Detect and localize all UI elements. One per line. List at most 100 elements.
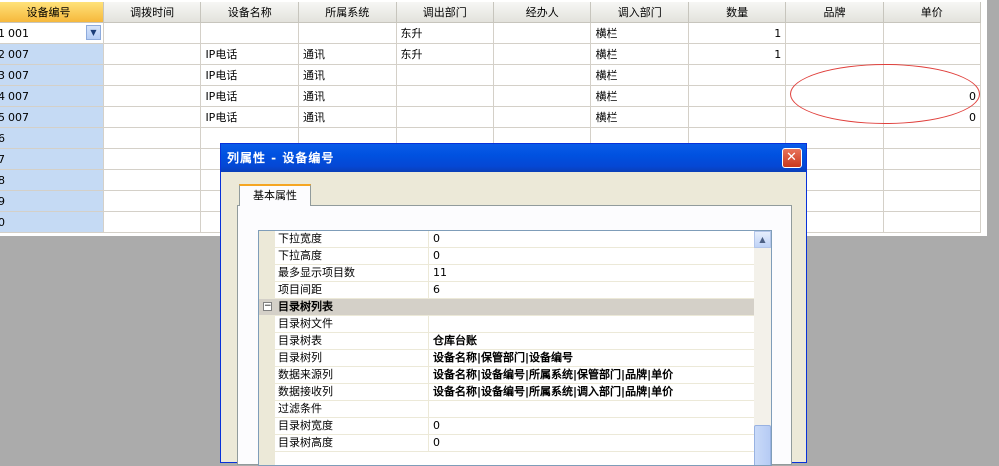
grid-cell[interactable] — [883, 190, 982, 212]
grid-cell[interactable] — [493, 85, 592, 107]
property-value[interactable]: 0 — [431, 418, 753, 434]
grid-cell[interactable] — [785, 43, 884, 65]
grid-cell[interactable] — [200, 22, 299, 44]
grid-cell[interactable] — [785, 64, 884, 86]
grid-cell[interactable] — [103, 43, 202, 65]
column-header[interactable]: 调出部门 — [396, 2, 495, 23]
property-value[interactable]: 设备名称|保管部门|设备编号 — [431, 350, 753, 366]
grid-cell[interactable]: 横栏 — [590, 22, 689, 44]
property-value[interactable]: 0 — [431, 248, 753, 264]
grid-cell[interactable] — [785, 85, 884, 107]
grid-cell[interactable] — [883, 169, 982, 191]
grid-cell[interactable] — [785, 22, 884, 44]
grid-cell[interactable] — [883, 127, 982, 149]
grid-cell[interactable] — [103, 169, 202, 191]
column-header[interactable]: 单价 — [883, 2, 982, 23]
grid-cell[interactable] — [688, 64, 787, 86]
grid-cell[interactable] — [103, 148, 202, 170]
property-row[interactable]: 项目间距 6 — [259, 282, 771, 299]
grid-cell[interactable] — [785, 106, 884, 128]
property-value[interactable]: 0 — [431, 435, 753, 451]
grid-cell[interactable] — [103, 85, 202, 107]
scroll-up-arrow-icon[interactable]: ▲ — [754, 231, 771, 248]
grid-cell[interactable] — [103, 127, 202, 149]
grid-cell[interactable] — [103, 211, 202, 233]
grid-cell[interactable] — [103, 106, 202, 128]
column-header[interactable]: 数量 — [688, 2, 787, 23]
grid-cell[interactable] — [396, 106, 495, 128]
close-icon[interactable]: ✕ — [782, 148, 802, 168]
grid-cell[interactable]: 横栏 — [590, 85, 689, 107]
property-category[interactable]: − 目录树列表 — [259, 299, 771, 316]
collapse-icon[interactable]: − — [263, 302, 272, 311]
grid-cell[interactable]: 东升 — [396, 22, 495, 44]
dialog-titlebar[interactable]: 列属性 - 设备编号 ✕ — [221, 144, 806, 172]
grid-cell[interactable] — [103, 64, 202, 86]
property-value[interactable]: 设备名称|设备编号|所属系统|调入部门|品牌|单价 — [431, 384, 753, 400]
grid-cell[interactable] — [688, 85, 787, 107]
property-value[interactable] — [431, 401, 753, 417]
grid-cell[interactable]: 横栏 — [590, 43, 689, 65]
property-row[interactable]: 下拉高度 0 — [259, 248, 771, 265]
grid-cell[interactable]: 通讯 — [298, 43, 397, 65]
property-row[interactable]: 目录树列 设备名称|保管部门|设备编号 — [259, 350, 771, 367]
tab-basic-properties[interactable]: 基本属性 — [239, 184, 311, 206]
vertical-scrollbar[interactable]: ▲ — [754, 231, 771, 465]
grid-cell[interactable]: 6 — [0, 127, 104, 149]
grid-cell[interactable]: 东升 — [396, 43, 495, 65]
grid-cell[interactable]: 7 — [0, 148, 104, 170]
column-header[interactable]: 调拨时间 — [103, 2, 202, 23]
grid-cell[interactable] — [883, 43, 982, 65]
grid-cell[interactable]: 5007 — [0, 106, 104, 128]
chevron-down-icon[interactable]: ▼ — [85, 25, 101, 40]
grid-cell[interactable]: 横栏 — [590, 106, 689, 128]
property-row[interactable]: 最多显示项目数 11 — [259, 265, 771, 282]
property-value[interactable]: 0 — [431, 231, 753, 247]
grid-cell[interactable]: 4007 — [0, 85, 104, 107]
property-value[interactable] — [431, 316, 753, 332]
grid-cell[interactable] — [493, 22, 592, 44]
grid-cell[interactable]: 横栏 — [590, 64, 689, 86]
grid-cell[interactable] — [396, 85, 495, 107]
grid-cell[interactable]: 1 — [688, 22, 787, 44]
grid-cell[interactable]: 通讯 — [298, 106, 397, 128]
grid-cell[interactable]: 通讯 — [298, 64, 397, 86]
grid-cell[interactable]: IP电话 — [200, 64, 299, 86]
grid-cell[interactable]: 0 — [0, 211, 104, 233]
grid-cell[interactable]: 2007 — [0, 43, 104, 65]
grid-cell[interactable] — [396, 64, 495, 86]
scrollbar-thumb[interactable] — [754, 425, 771, 465]
column-header[interactable]: 设备名称 — [200, 2, 299, 23]
property-value[interactable]: 6 — [431, 282, 753, 298]
grid-cell[interactable] — [103, 190, 202, 212]
column-header[interactable]: 经办人 — [493, 2, 592, 23]
grid-cell[interactable] — [493, 106, 592, 128]
grid-cell[interactable]: 0 — [883, 85, 982, 107]
property-row[interactable]: 目录树宽度 0 — [259, 418, 771, 435]
grid-cell[interactable] — [883, 148, 982, 170]
grid-cell[interactable] — [103, 22, 202, 44]
grid-cell[interactable]: 0 — [883, 106, 982, 128]
grid-cell[interactable]: IP电话 — [200, 106, 299, 128]
grid-cell[interactable]: 3007 — [0, 64, 104, 86]
grid-cell[interactable] — [883, 64, 982, 86]
grid-cell[interactable] — [883, 22, 982, 44]
grid-cell[interactable]: IP电话 — [200, 43, 299, 65]
property-row[interactable]: 数据接收列 设备名称|设备编号|所属系统|调入部门|品牌|单价 — [259, 384, 771, 401]
property-row[interactable]: 数据来源列 设备名称|设备编号|所属系统|保管部门|品牌|单价 — [259, 367, 771, 384]
grid-cell[interactable]: 通讯 — [298, 85, 397, 107]
column-header[interactable]: 品牌 — [785, 2, 884, 23]
property-row[interactable]: 过滤条件 — [259, 401, 771, 418]
grid-cell[interactable] — [493, 64, 592, 86]
property-value[interactable]: 仓库台账 — [431, 333, 753, 349]
property-row[interactable]: 下拉宽度 0 — [259, 231, 771, 248]
grid-cell[interactable] — [883, 211, 982, 233]
grid-cell[interactable] — [493, 43, 592, 65]
column-header[interactable]: 调入部门 — [590, 2, 689, 23]
grid-cell[interactable]: 1001 ▼ — [0, 22, 104, 44]
property-value[interactable]: 设备名称|设备编号|所属系统|保管部门|品牌|单价 — [431, 367, 753, 383]
grid-cell[interactable]: IP电话 — [200, 85, 299, 107]
grid-cell[interactable] — [298, 22, 397, 44]
grid-cell[interactable] — [688, 106, 787, 128]
grid-cell[interactable]: 9 — [0, 190, 104, 212]
